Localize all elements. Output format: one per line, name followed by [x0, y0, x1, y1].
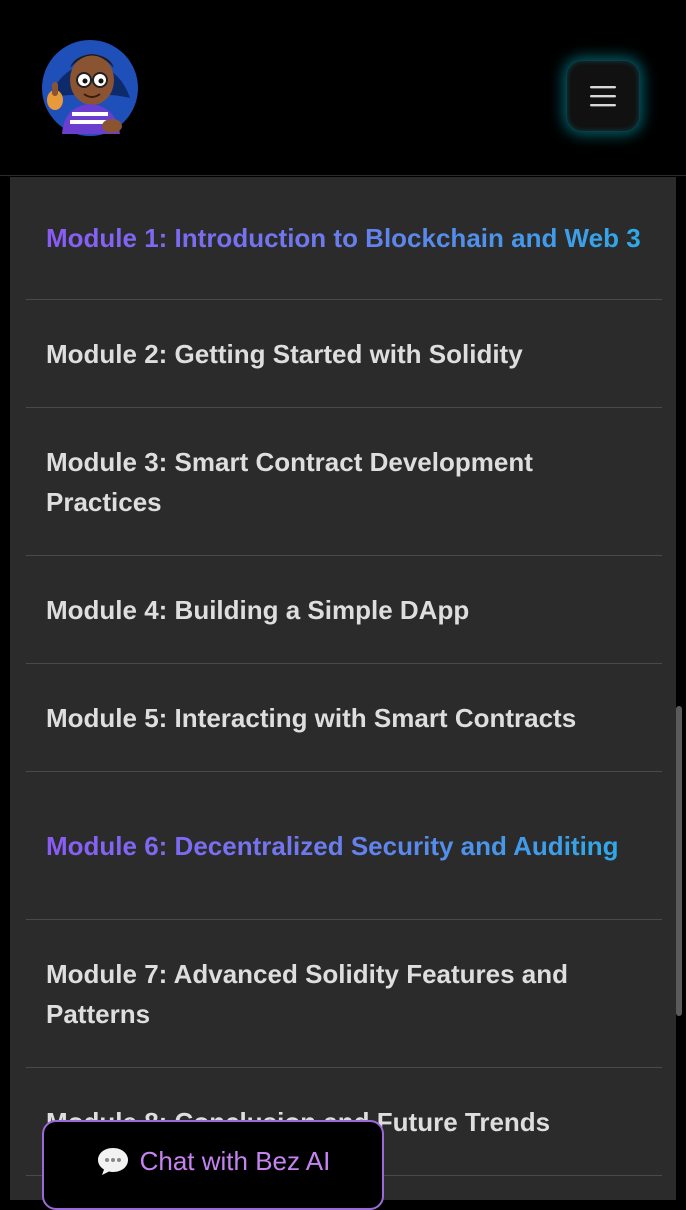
module-title: Module 3: Smart Contract Development Pra…: [46, 446, 533, 517]
module-title: Module 6: Decentralized Security and Aud…: [46, 826, 619, 866]
scrollbar-thumb[interactable]: [676, 706, 682, 1016]
mascot-logo-icon[interactable]: [40, 38, 140, 138]
site-header: [0, 0, 686, 176]
module-item-4[interactable]: Module 4: Building a Simple DApp: [26, 556, 662, 664]
module-list: Module 1: Introduction to Blockchain and…: [26, 177, 662, 1176]
module-item-5[interactable]: Module 5: Interacting with Smart Contrac…: [26, 664, 662, 772]
module-item-6[interactable]: Module 6: Decentralized Security and Aud…: [26, 772, 662, 920]
speech-bubble-icon: [97, 1148, 128, 1175]
module-panel: Module 1: Introduction to Blockchain and…: [10, 177, 676, 1200]
module-title: Module 5: Interacting with Smart Contrac…: [46, 702, 577, 733]
chat-label: Chat with Bez AI: [139, 1146, 331, 1176]
module-item-7[interactable]: Module 7: Advanced Solidity Features and…: [26, 920, 662, 1068]
module-title: Module 1: Introduction to Blockchain and…: [46, 218, 641, 258]
chat-with-bez-button[interactable]: Chat with Bez AI: [42, 1120, 384, 1210]
module-title: Module 7: Advanced Solidity Features and…: [46, 958, 569, 1029]
module-item-2[interactable]: Module 2: Getting Started with Solidity: [26, 300, 662, 408]
menu-button[interactable]: [566, 60, 640, 132]
course-content: Module 1: Introduction to Blockchain and…: [0, 177, 686, 1200]
module-item-3[interactable]: Module 3: Smart Contract Development Pra…: [26, 408, 662, 556]
module-title: Module 2: Getting Started with Solidity: [46, 338, 523, 369]
module-title: Module 4: Building a Simple DApp: [46, 594, 470, 625]
module-item-1[interactable]: Module 1: Introduction to Blockchain and…: [26, 177, 662, 300]
hamburger-menu-icon: [590, 86, 616, 107]
